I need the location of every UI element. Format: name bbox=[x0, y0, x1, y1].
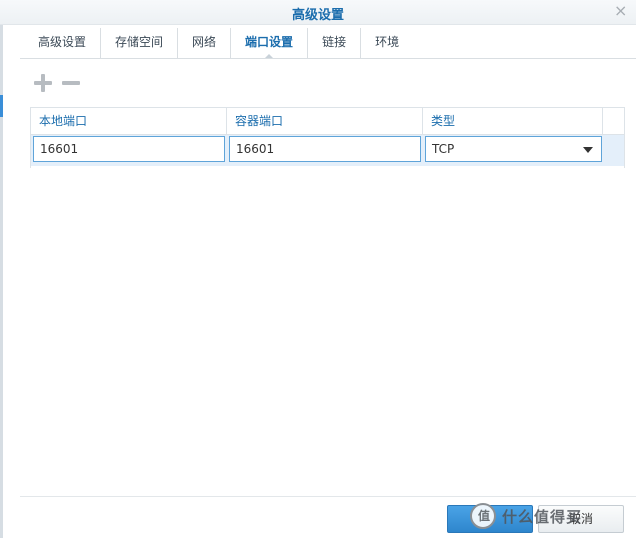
window-left-edge bbox=[0, 0, 3, 538]
close-icon[interactable]: × bbox=[614, 2, 628, 20]
watermark-text: 什么值得买 bbox=[502, 507, 583, 526]
table-row[interactable]: 16601 16601 TCP bbox=[31, 135, 624, 166]
left-edge-indicator bbox=[0, 95, 3, 117]
table-header: 本地端口 容器端口 类型 bbox=[31, 108, 624, 135]
column-header-local-port[interactable]: 本地端口 bbox=[31, 108, 227, 134]
column-header-spacer bbox=[603, 108, 624, 134]
type-select[interactable]: TCP bbox=[425, 136, 602, 162]
tab-network[interactable]: 网络 bbox=[178, 28, 232, 58]
tab-port-settings[interactable]: 端口设置 bbox=[231, 28, 309, 59]
tab-environment[interactable]: 环境 bbox=[361, 28, 413, 58]
column-header-container-port[interactable]: 容器端口 bbox=[227, 108, 423, 134]
window-title: 高级设置 bbox=[291, 8, 344, 23]
minus-icon[interactable] bbox=[60, 70, 82, 94]
toolbar bbox=[32, 70, 82, 96]
watermark: 值 什么值得买 bbox=[470, 496, 636, 536]
chevron-down-icon[interactable] bbox=[583, 147, 593, 153]
watermark-logo-icon: 值 bbox=[470, 503, 496, 529]
title-bar: 高级设置 × bbox=[0, 0, 636, 25]
type-select-value: TCP bbox=[432, 142, 455, 156]
tab-bar: 高级设置 存储空间 网络 端口设置 链接 环境 bbox=[20, 28, 636, 59]
column-header-type[interactable]: 类型 bbox=[423, 108, 603, 134]
tab-storage[interactable]: 存储空间 bbox=[101, 28, 179, 58]
tab-advanced-settings[interactable]: 高级设置 bbox=[20, 28, 102, 58]
tab-divider bbox=[20, 58, 636, 59]
container-port-input[interactable]: 16601 bbox=[229, 136, 421, 162]
port-table: 本地端口 容器端口 类型 16601 16601 TCP bbox=[30, 107, 625, 168]
plus-icon[interactable] bbox=[32, 70, 54, 94]
tab-links[interactable]: 链接 bbox=[308, 28, 362, 58]
local-port-input[interactable]: 16601 bbox=[33, 136, 225, 162]
